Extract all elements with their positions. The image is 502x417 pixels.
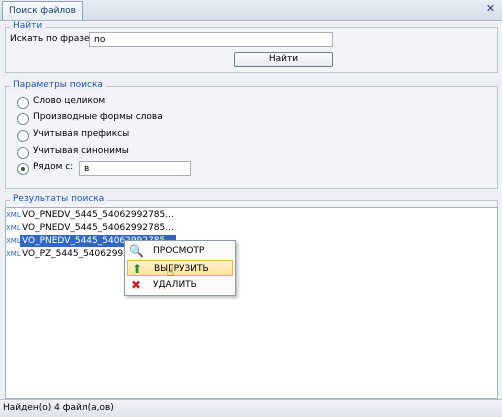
search-option-label: Учитывая синонимы xyxy=(33,146,129,156)
menu-item-label: УДАЛИТЬ xyxy=(153,280,197,290)
find-group-title: Найти xyxy=(10,21,46,31)
menu-item-export[interactable]: ⬆ ВЫГРУЗИТЬ xyxy=(127,260,233,276)
phrase-label: Искать по фразе: xyxy=(10,34,93,44)
results-list[interactable]: XMLVO_PNEDV_5445_54062992785... XMLVO_PNE… xyxy=(5,207,498,399)
xml-file-icon: XML xyxy=(6,224,21,232)
hand-cursor-icon: ☝ xyxy=(167,265,175,279)
search-params-title: Параметры поиска xyxy=(10,80,106,90)
menu-item-label: ПРОСМОТР xyxy=(153,246,205,256)
file-name: VO_PNEDV_5445_54062992785... xyxy=(22,223,174,233)
radio-button[interactable] xyxy=(17,97,29,109)
find-group: Найти Искать по фразе: Найти xyxy=(5,21,498,73)
export-icon: ⬆ xyxy=(131,262,143,276)
search-option-label: Рядом с: xyxy=(33,162,74,172)
preview-icon: 🔍 xyxy=(129,244,144,258)
phrase-input[interactable] xyxy=(89,32,333,47)
search-option-label: Слово целиком xyxy=(33,96,106,106)
context-menu: 🔍 ПРОСМОТР ⬆ ВЫГРУЗИТЬ ✖ УДАЛИТЬ xyxy=(124,240,236,296)
menu-item-preview[interactable]: 🔍 ПРОСМОТР xyxy=(127,243,233,259)
menu-item-delete[interactable]: ✖ УДАЛИТЬ xyxy=(127,277,233,293)
title-bar: Поиск файлов ✕ xyxy=(0,0,502,21)
menu-item-label: ВЫГРУЗИТЬ xyxy=(154,264,209,274)
status-text: Найден(о) 4 файл(а,ов) xyxy=(3,403,114,413)
tab-file-search[interactable]: Поиск файлов xyxy=(2,1,83,20)
status-bar: Найден(о) 4 файл(а,ов) xyxy=(0,399,502,417)
find-button[interactable]: Найти xyxy=(234,52,333,67)
xml-file-icon: XML xyxy=(6,211,21,219)
radio-button[interactable] xyxy=(17,130,29,142)
radio-button[interactable] xyxy=(17,147,29,159)
xml-file-icon: XML xyxy=(6,237,21,245)
results-group: Результаты поиска xyxy=(5,194,498,207)
radio-button[interactable] xyxy=(17,113,29,125)
file-list-item[interactable]: XMLVO_PNEDV_5445_54062992785... xyxy=(6,209,176,221)
xml-file-icon: XML xyxy=(6,250,21,258)
near-word-input[interactable] xyxy=(79,161,191,176)
results-title: Результаты поиска xyxy=(10,194,108,204)
delete-icon: ✖ xyxy=(130,278,142,292)
close-icon[interactable]: ✕ xyxy=(484,2,497,15)
file-name: VO_PNEDV_5445_54062992785... xyxy=(22,210,174,220)
search-option-label: Производные формы слова xyxy=(33,112,163,122)
radio-button[interactable] xyxy=(17,163,29,175)
file-list-item[interactable]: XMLVO_PNEDV_5445_54062992785... xyxy=(6,222,176,234)
search-option-label: Учитывая префиксы xyxy=(33,129,130,139)
